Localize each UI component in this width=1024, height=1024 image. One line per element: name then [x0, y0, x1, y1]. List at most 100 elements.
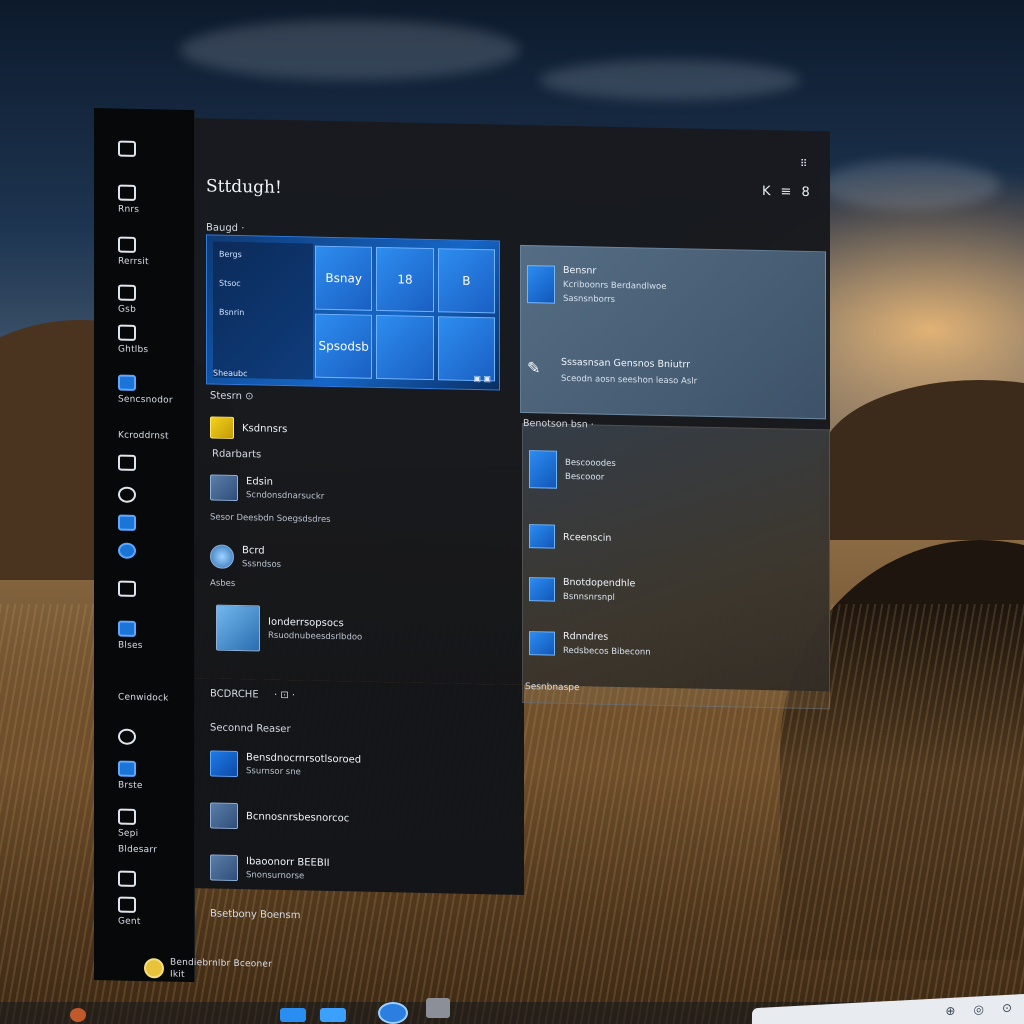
folder-icon [210, 416, 234, 439]
cloud [540, 60, 800, 100]
glass-item-sub: Bsnnsnrsnpl [563, 591, 615, 603]
section-label: BCDRCHE [210, 688, 259, 701]
glass-item-sub: Redsbecos Bibeconn [563, 645, 651, 658]
tile[interactable] [376, 314, 434, 381]
sidebar-item-14[interactable] [118, 728, 188, 746]
list-item[interactable]: Bcrd Sssndsos [210, 544, 281, 570]
user-sub: Ikit [170, 969, 185, 980]
calendar-icon [118, 284, 136, 301]
sidebar-item-label: Gent [118, 916, 141, 927]
pen-icon: ✎ [527, 357, 541, 377]
app-icon [527, 264, 555, 304]
list-item-title: Ionderrsopsocs [268, 616, 344, 630]
sidebar-item-18[interactable] [118, 870, 188, 888]
featured-tile[interactable]: Bergs Stsoc Bsnrin Bsnay 18 B Spsodsb Sh… [206, 234, 500, 391]
section-label: Seconnd Reaser [210, 722, 291, 736]
list-item[interactable]: Bcnnosnrsbesnorcoc [210, 802, 349, 831]
list-item-sub: Rdarbarts [212, 448, 262, 461]
close-icon[interactable]: ⠿ [800, 159, 807, 170]
power-icon[interactable]: 8 [801, 185, 809, 200]
tile[interactable]: B [437, 248, 495, 314]
edge-icon[interactable] [378, 1002, 408, 1024]
taskbar-app-icon[interactable] [280, 1008, 306, 1022]
camera-icon[interactable]: ◎ [973, 1002, 983, 1017]
app-icon [210, 854, 238, 882]
taskbar-app-icon[interactable] [320, 1008, 346, 1022]
app-icon [118, 542, 136, 559]
page-title: Sttdugh! [206, 176, 282, 198]
sidebar-item-label: Rerrsit [118, 256, 149, 268]
list-item-title: Edsin [246, 476, 273, 488]
glass-item-title: Bensnr [563, 264, 597, 277]
sidebar-item-chat[interactable] [118, 140, 188, 158]
glass-item-title: Rceenscin [563, 531, 612, 544]
glass-item[interactable]: Rceenscin [529, 524, 611, 550]
sidebar-item-19[interactable]: Gent [118, 896, 188, 928]
app-icon [529, 576, 555, 602]
window-toolbar: K ≡ 8 [762, 184, 810, 200]
sidebar-item-3[interactable]: Gsb [118, 284, 188, 316]
sidebar-item-9[interactable] [118, 514, 188, 532]
pin-icon[interactable]: K [762, 184, 771, 199]
user-account[interactable]: Bendiebrnlbr Bceoner Ikit [144, 957, 344, 983]
tile[interactable]: 18 [376, 246, 434, 313]
glass-item[interactable]: Rdnndres Redsbecos Bibeconn [529, 630, 651, 658]
list-item-sub: Ssurnsor sne [246, 766, 301, 778]
start-menu-window: Rnrs Rerrsit Gsb Ghtlbs Sencsnodor Kcrod… [94, 108, 830, 1003]
sidebar-item-label: Brste [118, 780, 143, 792]
glass-item[interactable]: Bensnr Kcriboonrs Berdandlwoe Sasnsnborr… [527, 264, 666, 306]
glass-item-sub: Sceodn aosn seeshon leaso Aslr [561, 373, 698, 387]
glass-item-sub: Sasnsnborrs [563, 293, 616, 305]
sidebar-item-12[interactable]: Blses [118, 620, 188, 652]
glass-item-title: Bnotdopendhle [563, 576, 636, 590]
sidebar-item-label: Cenwidock [118, 692, 169, 704]
search-icon[interactable]: ⊕ [945, 1004, 955, 1019]
taskbar-app-icon[interactable] [70, 1008, 86, 1022]
app-icon [529, 630, 555, 656]
monitor-icon [118, 236, 136, 253]
sidebar-item-label: Sepi [118, 828, 139, 839]
app-icon [529, 450, 557, 489]
list-item[interactable]: Bensdnocrnrsotlsoroed Ssurnsor sne [210, 750, 361, 779]
list-item[interactable]: Edsin Scndonsdnarsuckr [210, 474, 324, 502]
featured-footer-text: Sheaubc [213, 368, 248, 379]
settings-icon[interactable]: ⊙ [1002, 1001, 1012, 1016]
list-item[interactable]: Ionderrsopsocs Rsuodnubeesdsrlbdoo [216, 604, 362, 654]
tile[interactable]: Spsodsb [315, 313, 373, 379]
store-icon [118, 374, 136, 391]
sidebar-item-17[interactable]: Bldesarr [118, 845, 188, 856]
taskbar-app-icon[interactable] [426, 998, 450, 1018]
sidebar-item-label: Blses [118, 640, 143, 652]
sidebar-item-6[interactable]: Kcroddrnst [118, 431, 188, 442]
section-label: Benotson bsn · [523, 417, 594, 431]
user-name: Bendiebrnlbr Bceoner [170, 957, 273, 970]
list-item-title: Bcrd [242, 545, 265, 557]
glass-item[interactable]: Bescooodes Bescooor [529, 450, 616, 490]
sidebar-item-13[interactable]: Cenwidock [118, 693, 188, 704]
glass-item[interactable]: Bnotdopendhle Bsnnsnrsnpl [529, 576, 635, 603]
sidebar-item-11[interactable] [118, 580, 188, 598]
glass-item-sub: Bescooor [565, 471, 605, 483]
sidebar-item-8[interactable] [118, 486, 188, 504]
document-icon [216, 604, 260, 652]
sidebar-item-5[interactable]: Sencsnodor [118, 374, 188, 406]
glass-item-sub: Kcriboonrs Berdandlwoe [563, 279, 667, 292]
app-icon [210, 750, 238, 778]
tile[interactable] [437, 316, 495, 382]
sidebar-item-10[interactable] [118, 542, 188, 560]
list-item[interactable]: Ksdnnsrs [210, 416, 287, 440]
sidebar-item-4[interactable]: Ghtlbs [118, 324, 188, 356]
sidebar-item-7[interactable] [118, 454, 188, 472]
sidebar-item-15[interactable]: Brste [118, 760, 188, 792]
folder-icon [118, 580, 136, 597]
sidebar-item-2[interactable]: Rerrsit [118, 236, 188, 268]
featured-footer-icons: ▣ ▣ [473, 373, 491, 384]
list-item[interactable]: Ibaoonorr BEEBII Snonsurnorse [210, 854, 330, 883]
cloud [180, 20, 520, 80]
sidebar-item-1[interactable]: Rnrs [118, 184, 188, 216]
search-glyphs: ⊕ ◎ ⊙ [945, 1001, 1012, 1018]
glass-item[interactable]: ✎ Sssasnsan Gensnos Bniutrr Sceodn aosn … [527, 356, 697, 387]
tile[interactable]: Bsnay [315, 245, 373, 311]
sidebar-item-16[interactable]: Sepi [118, 808, 188, 840]
menu-icon[interactable]: ≡ [781, 184, 792, 199]
